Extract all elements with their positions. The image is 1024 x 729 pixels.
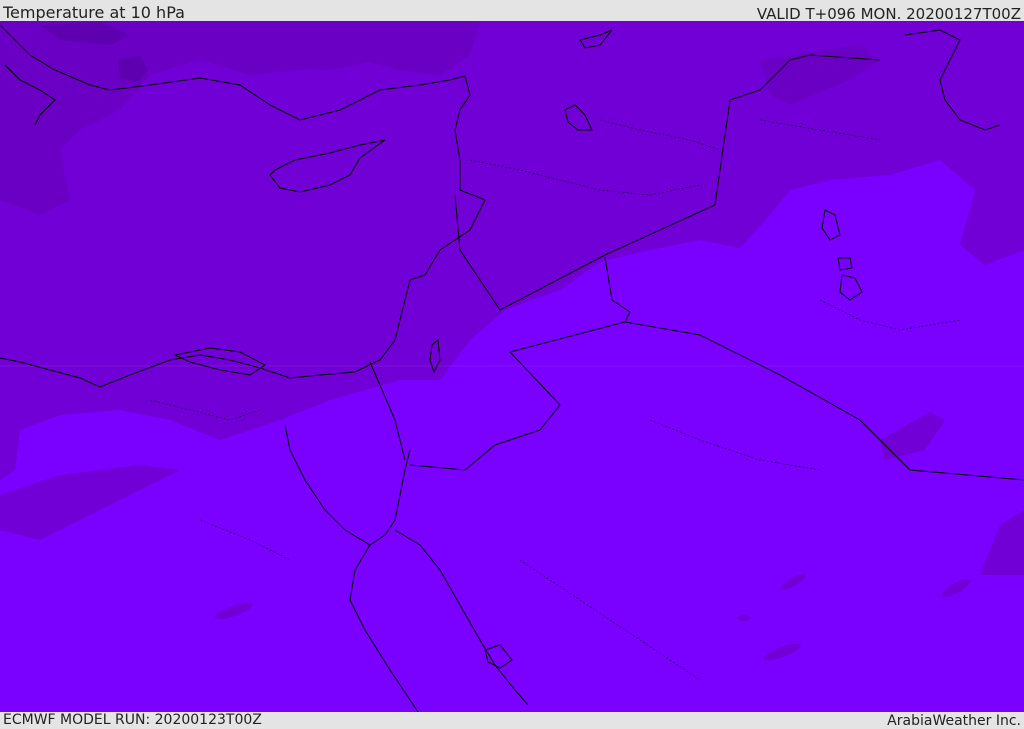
credit-text: ArabiaWeather Inc. [887, 713, 1021, 729]
map-title: Temperature at 10 hPa [3, 3, 185, 22]
map-header: Temperature at 10 hPa VALID T+096 MON. 2… [0, 0, 1024, 23]
cold-spot-e [738, 615, 750, 621]
map-footer: ECMWF MODEL RUN: 20200123T00Z ArabiaWeat… [0, 712, 1024, 729]
temperature-map [0, 21, 1024, 712]
model-run: ECMWF MODEL RUN: 20200123T00Z [3, 712, 262, 728]
